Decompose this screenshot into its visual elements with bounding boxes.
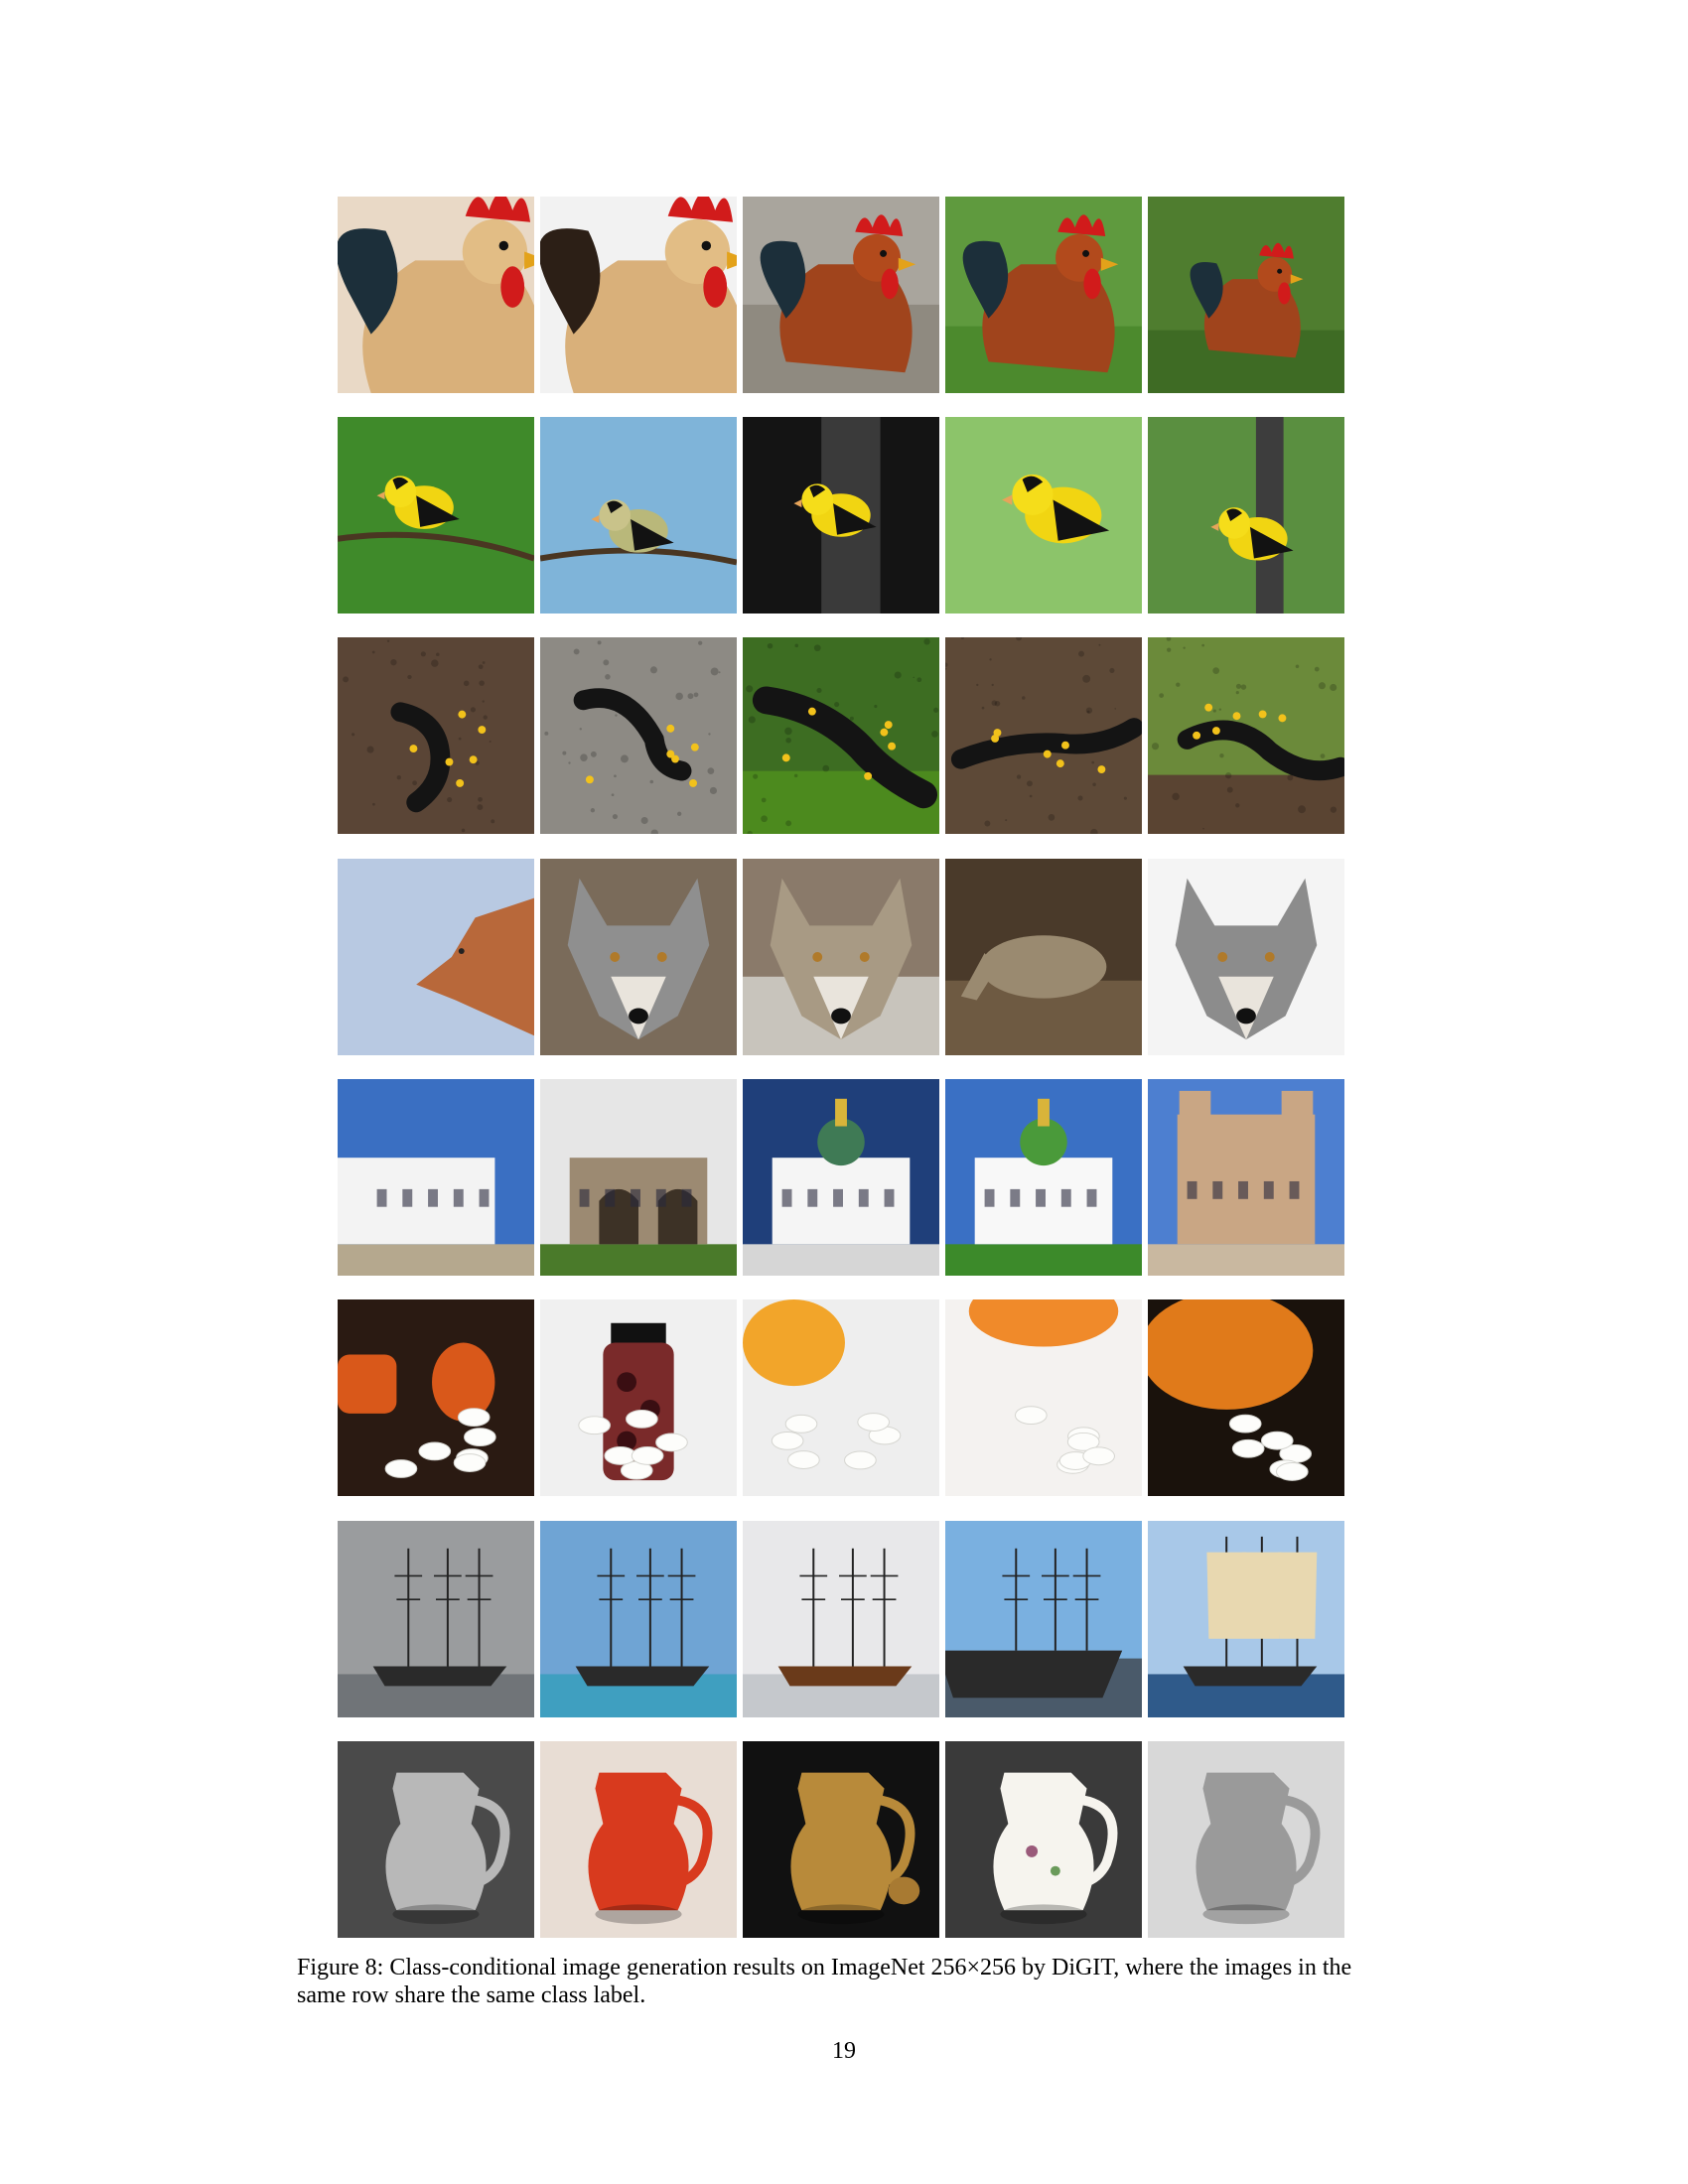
church-image xyxy=(338,1079,534,1276)
figure-image-grid xyxy=(338,197,1346,1944)
wolf-image xyxy=(1148,859,1344,1055)
fire-salamander-image xyxy=(1148,637,1344,834)
fire-salamander-image xyxy=(743,637,939,834)
goldfinch-image xyxy=(338,417,534,614)
figure-label: Figure 8: xyxy=(297,1955,384,1980)
schooner-image xyxy=(1148,1521,1344,1717)
pitcher-image xyxy=(540,1741,737,1938)
page-number: 19 xyxy=(832,2038,856,2064)
wolf-image xyxy=(743,859,939,1055)
schooner-image xyxy=(540,1521,737,1717)
church-image xyxy=(540,1079,737,1276)
schooner-image xyxy=(945,1521,1142,1717)
rooster-image xyxy=(338,197,534,393)
pitcher-image xyxy=(338,1741,534,1938)
pitcher-image xyxy=(1148,1741,1344,1938)
figure-caption-text: Class-conditional image generation resul… xyxy=(297,1955,1352,2008)
fire-salamander-image xyxy=(945,637,1142,834)
wolf-image xyxy=(338,859,534,1055)
church-image xyxy=(1148,1079,1344,1276)
fire-salamander-image xyxy=(338,637,534,834)
pill-bottle-image xyxy=(1148,1299,1344,1496)
schooner-image xyxy=(743,1521,939,1717)
pill-bottle-image xyxy=(540,1299,737,1496)
schooner-image xyxy=(338,1521,534,1717)
wolf-image xyxy=(540,859,737,1055)
rooster-image xyxy=(1148,197,1344,393)
fire-salamander-image xyxy=(540,637,737,834)
church-image xyxy=(945,1079,1142,1276)
pitcher-image xyxy=(743,1741,939,1938)
goldfinch-image xyxy=(540,417,737,614)
rooster-image xyxy=(540,197,737,393)
pill-bottle-image xyxy=(945,1299,1142,1496)
rooster-image xyxy=(743,197,939,393)
pill-bottle-image xyxy=(338,1299,534,1496)
pill-bottle-image xyxy=(743,1299,939,1496)
goldfinch-image xyxy=(945,417,1142,614)
goldfinch-image xyxy=(743,417,939,614)
rooster-image xyxy=(945,197,1142,393)
figure-caption: Figure 8: Class-conditional image genera… xyxy=(297,1954,1391,2009)
church-image xyxy=(743,1079,939,1276)
wolf-image xyxy=(945,859,1142,1055)
goldfinch-image xyxy=(1148,417,1344,614)
pitcher-image xyxy=(945,1741,1142,1938)
